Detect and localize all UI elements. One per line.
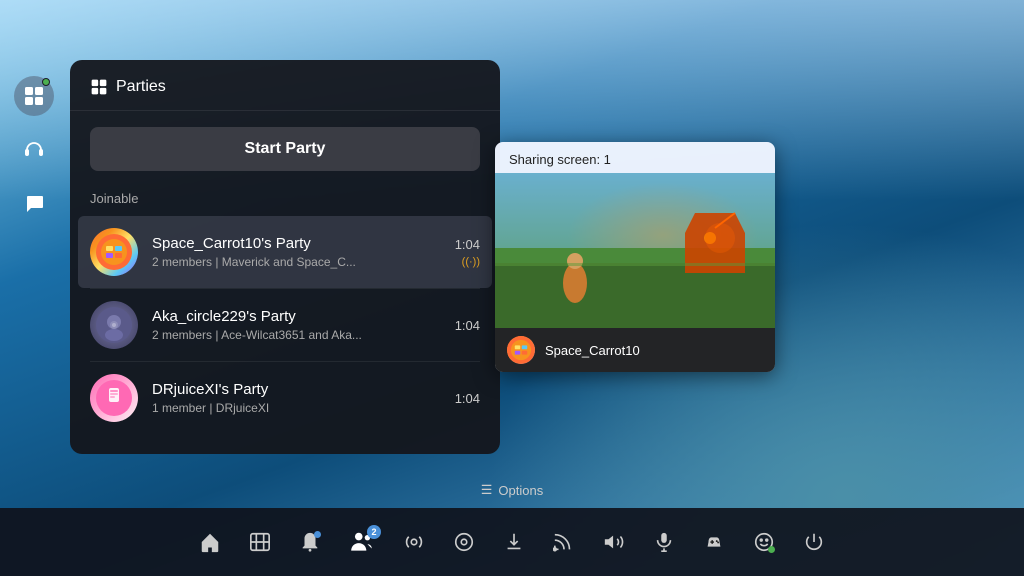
taskbar-cast[interactable] (553, 531, 575, 553)
chat-icon (23, 193, 45, 215)
game-scene (495, 173, 775, 328)
notifications-badge (314, 531, 321, 538)
taskbar-radio[interactable] (403, 531, 425, 553)
party-name-space-carrot: Space_Carrot10's Party (152, 235, 455, 252)
taskbar: 2 (0, 508, 1024, 576)
share-footer: Space_Carrot10 (495, 328, 775, 372)
parties-panel-icon (90, 78, 108, 96)
options-bar: ☰ Options (481, 482, 543, 498)
party-info-drjuice: DRjuiceXI's Party 1 member | DRjuiceXI (152, 381, 455, 415)
sidebar-item-headset[interactable] (14, 130, 54, 170)
joinable-label: Joinable (70, 187, 500, 216)
party-avatar-aka-circle (90, 301, 138, 349)
sidebar-item-chat[interactable] (14, 184, 54, 224)
party-right-aka-circle: 1:04 (455, 318, 480, 333)
streaming-indicator: ((·)) (462, 256, 480, 268)
share-screen-preview (495, 173, 775, 328)
juice-avatar-art (96, 380, 132, 416)
panel-title: Parties (116, 78, 166, 96)
party-right-space-carrot: 1:04 ((·)) (455, 237, 480, 268)
mic-icon (653, 531, 675, 553)
volume-icon (603, 531, 625, 553)
start-party-button[interactable]: Start Party (90, 127, 480, 171)
panel-header: Parties (70, 60, 500, 111)
taskbar-controller[interactable] (703, 531, 725, 553)
party-info-space-carrot: Space_Carrot10's Party 2 members | Maver… (152, 235, 455, 269)
disc-icon (453, 531, 475, 553)
friends-badge: 2 (367, 525, 381, 539)
store-icon (249, 531, 271, 553)
taskbar-disc[interactable] (453, 531, 475, 553)
party-time-aka-circle: 1:04 (455, 318, 480, 333)
taskbar-home[interactable] (199, 531, 221, 553)
party-item-aka-circle[interactable]: Aka_circle229's Party 2 members | Ace-Wi… (70, 289, 500, 361)
party-avatar-space-carrot (90, 228, 138, 276)
options-label: Options (498, 483, 543, 498)
taskbar-store[interactable] (249, 531, 271, 553)
power-icon (803, 531, 825, 553)
circle-avatar-art (96, 307, 132, 343)
party-avatar-drjuice (90, 374, 138, 422)
taskbar-download[interactable] (503, 531, 525, 553)
cast-icon (553, 531, 575, 553)
party-meta-space-carrot: 2 members | Maverick and Space_C... (152, 255, 372, 269)
share-player-name: Space_Carrot10 (545, 343, 640, 358)
online-dot (42, 78, 50, 86)
party-time-drjuice: 1:04 (455, 391, 480, 406)
taskbar-face[interactable] (753, 531, 775, 553)
share-footer-avatar (507, 336, 535, 364)
taskbar-power[interactable] (803, 531, 825, 553)
party-item-space-carrot[interactable]: Space_Carrot10's Party 2 members | Maver… (78, 216, 492, 288)
download-icon (503, 531, 525, 553)
parties-icon (23, 85, 45, 107)
home-icon (199, 531, 221, 553)
party-name-drjuice: DRjuiceXI's Party (152, 381, 455, 398)
party-right-drjuice: 1:04 (455, 391, 480, 406)
face-online-dot (768, 546, 775, 553)
taskbar-notifications[interactable] (299, 531, 321, 553)
taskbar-volume[interactable] (603, 531, 625, 553)
sidebar (0, 60, 68, 224)
carrot-avatar-art (96, 234, 132, 270)
share-screen-popup[interactable]: Sharing screen: 1 (495, 142, 775, 372)
party-info-aka-circle: Aka_circle229's Party 2 members | Ace-Wi… (152, 308, 455, 342)
share-avatar-art (507, 336, 535, 364)
headset-icon (23, 139, 45, 161)
sidebar-item-parties[interactable] (14, 76, 54, 116)
party-time-space-carrot: 1:04 (455, 237, 480, 252)
party-meta-drjuice: 1 member | DRjuiceXI (152, 401, 372, 415)
radio-icon (403, 531, 425, 553)
parties-panel: Parties Start Party Joinable Space_Carro… (70, 60, 500, 454)
streaming-icon: ((·)) (462, 256, 480, 268)
party-meta-aka-circle: 2 members | Ace-Wilcat3651 and Aka... (152, 328, 372, 342)
options-icon: ☰ (481, 482, 493, 498)
controller-icon (703, 531, 725, 553)
taskbar-friends[interactable]: 2 (349, 529, 375, 555)
party-item-drjuice[interactable]: DRjuiceXI's Party 1 member | DRjuiceXI 1… (70, 362, 500, 434)
taskbar-mic[interactable] (653, 531, 675, 553)
party-name-aka-circle: Aka_circle229's Party (152, 308, 455, 325)
share-header: Sharing screen: 1 (495, 142, 775, 173)
